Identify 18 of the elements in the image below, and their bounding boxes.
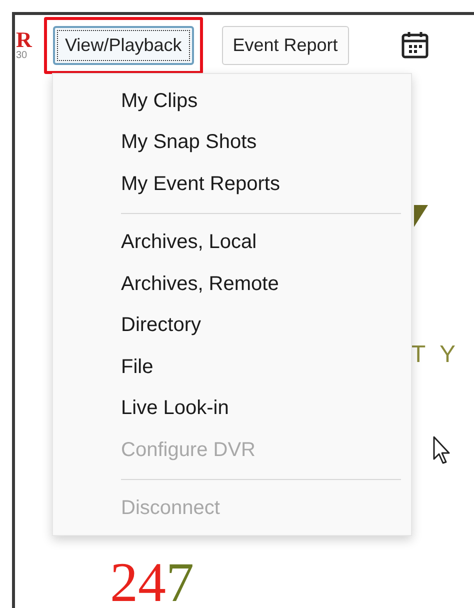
- menu-item[interactable]: Archives, Local: [53, 222, 411, 263]
- toolbar-button[interactable]: Event Report: [222, 26, 349, 64]
- menu-item[interactable]: My Event Reports: [53, 163, 411, 204]
- logo-letter: R: [16, 29, 32, 51]
- triangle-shape: [414, 205, 428, 227]
- menu-item[interactable]: Archives, Remote: [53, 263, 411, 304]
- calendar-icon[interactable]: [400, 30, 430, 60]
- menu-item[interactable]: My Clips: [53, 80, 411, 122]
- menu-item[interactable]: My Snap Shots: [53, 122, 411, 163]
- mouse-pointer-icon: [432, 435, 452, 465]
- menu-item[interactable]: File: [53, 346, 411, 388]
- menu-item[interactable]: Directory: [53, 304, 411, 346]
- toolbar-button[interactable]: View/Playback: [53, 26, 194, 64]
- menu-item[interactable]: Live Look-in: [53, 388, 411, 429]
- logo-subtext: 30: [16, 51, 28, 61]
- logo-number: 24: [110, 555, 166, 608]
- background-text: T Y: [411, 340, 460, 370]
- logo-number: 7: [166, 555, 194, 608]
